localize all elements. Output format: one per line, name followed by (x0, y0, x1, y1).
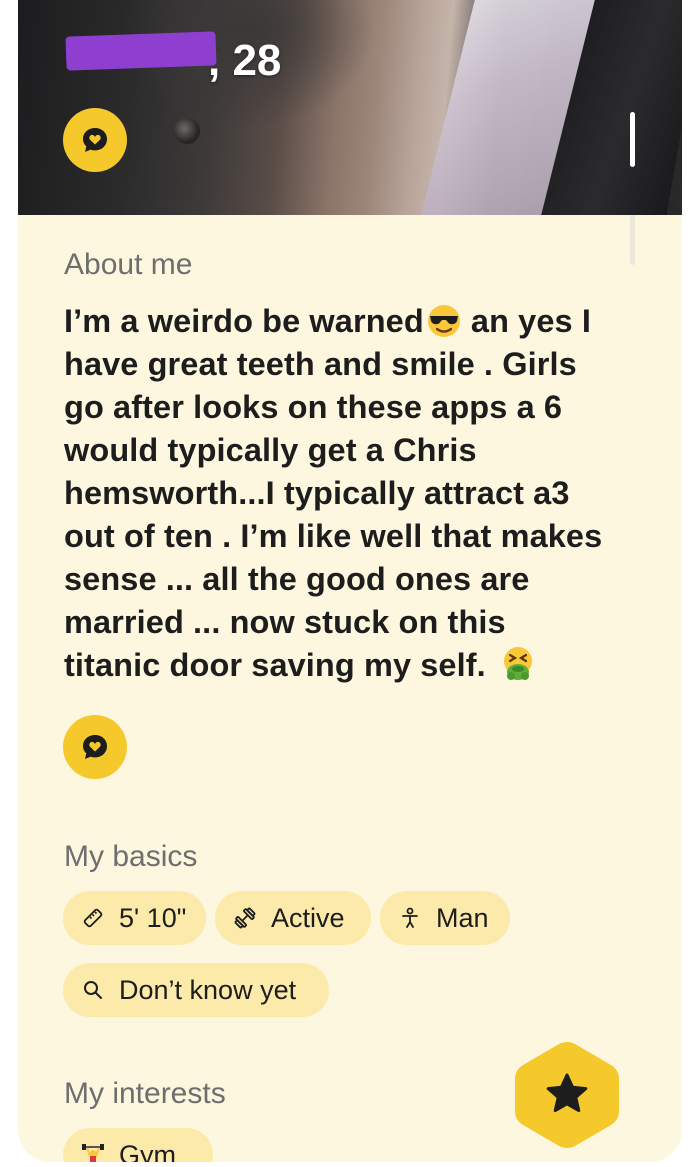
profile-photo[interactable]: , 28 (18, 0, 682, 215)
profile-age: , 28 (208, 36, 282, 85)
heart-bubble-icon (83, 128, 107, 152)
name-redaction (65, 31, 217, 71)
scrollbar-track (630, 215, 635, 265)
ruler-icon (83, 908, 103, 928)
basics-chip-height[interactable]: 5' 10" (63, 891, 206, 945)
superswipe-button[interactable] (515, 1040, 619, 1150)
search-icon (84, 981, 102, 999)
basics-chip-looking-for[interactable]: Don’t know yet (63, 963, 329, 1017)
photo-comment-button[interactable] (63, 108, 127, 172)
about-me-heading: About me (64, 248, 193, 281)
basics-chip-gender[interactable]: Man (380, 891, 510, 945)
bio-comment-button[interactable] (63, 715, 127, 779)
star-icon (546, 1073, 588, 1113)
my-interests-heading: My interests (64, 1077, 226, 1110)
scrollbar-thumb[interactable] (630, 112, 635, 167)
heart-bubble-icon (83, 735, 107, 759)
my-basics-heading: My basics (64, 840, 198, 873)
about-me-bio: I’m a weirdo be warned an yes I have gre… (64, 303, 603, 683)
person-icon (402, 907, 418, 928)
interest-chip-gym[interactable]: Gym (63, 1128, 213, 1162)
basics-chip-exercise[interactable]: Active (215, 891, 371, 945)
dumbbell-icon (234, 907, 256, 929)
nauseated-emoji-icon (503, 647, 532, 681)
jacket-button (174, 118, 200, 144)
weightlifter-icon (82, 1144, 104, 1162)
sunglasses-emoji-icon (427, 305, 460, 338)
profile-card: , 28 About me I’m a weirdo be warned an … (18, 0, 682, 1162)
